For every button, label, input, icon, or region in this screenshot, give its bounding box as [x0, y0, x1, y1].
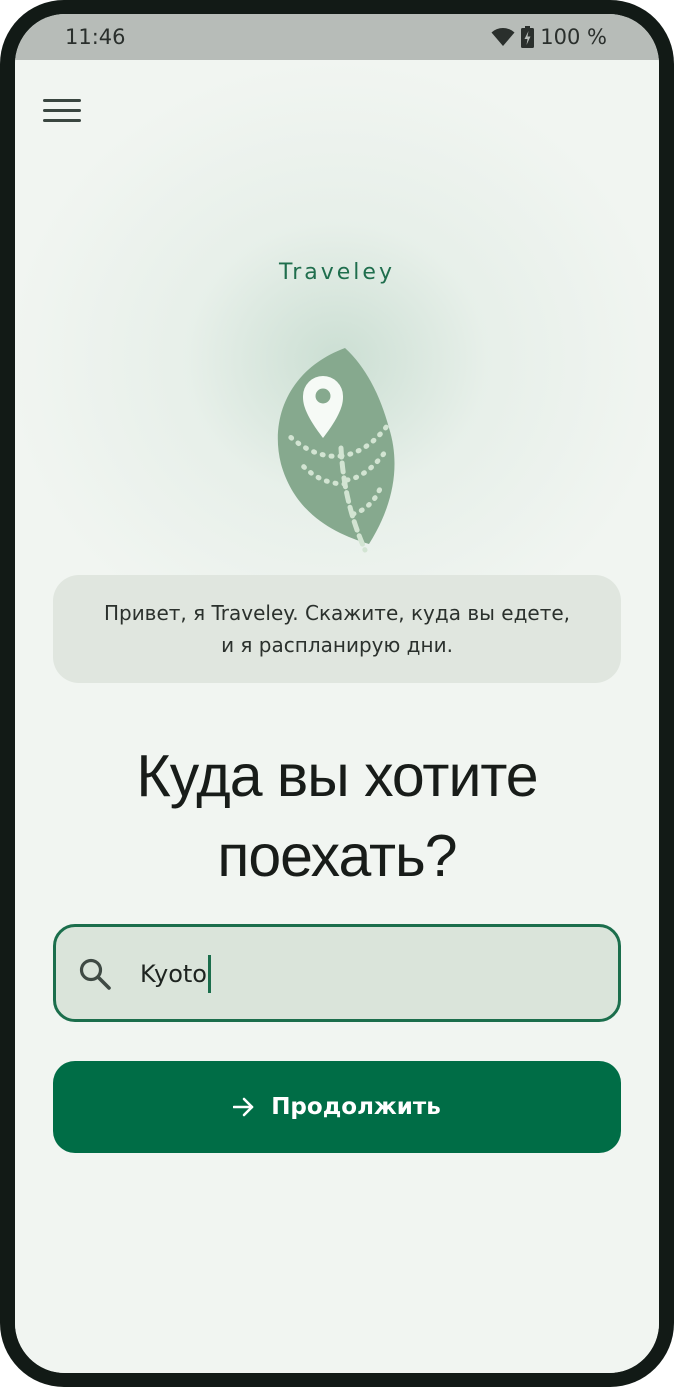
status-indicators: 100 % [491, 25, 607, 49]
arrow-right-icon [233, 1097, 254, 1117]
text-caret [207, 955, 211, 993]
continue-button-label: Продолжить [271, 1094, 441, 1120]
status-time: 11:46 [65, 25, 126, 49]
leaf-location-pin-icon [277, 348, 395, 553]
menu-button[interactable] [37, 90, 89, 130]
search-input-value: Kyoto [140, 960, 207, 988]
search-icon [79, 958, 111, 990]
main-content: Traveley Привет, я Traveley. Скажите, ку… [15, 60, 659, 1373]
status-bar: 11:46 100 % [15, 14, 659, 60]
device-frame: 11:46 100 % Traveley Привет, я Traveley.… [0, 0, 674, 1387]
greeting-text: Привет, я Traveley. Скажите, куда вы еде… [103, 601, 571, 657]
app-name: Traveley [279, 260, 395, 285]
search-field[interactable]: Kyoto [53, 924, 621, 1022]
wifi-icon [491, 27, 515, 47]
continue-button[interactable]: Продолжить [53, 1061, 621, 1153]
screen: 11:46 100 % Traveley Привет, я Traveley.… [15, 14, 659, 1373]
page-title: Куда вы хотите поехать? [136, 743, 538, 889]
greeting-bubble: Привет, я Traveley. Скажите, куда вы еде… [53, 575, 621, 683]
hamburger-menu-icon [43, 99, 81, 102]
search-input[interactable]: Kyoto [140, 953, 211, 995]
battery-level: 100 % [540, 25, 607, 49]
battery-charging-icon [521, 26, 535, 48]
